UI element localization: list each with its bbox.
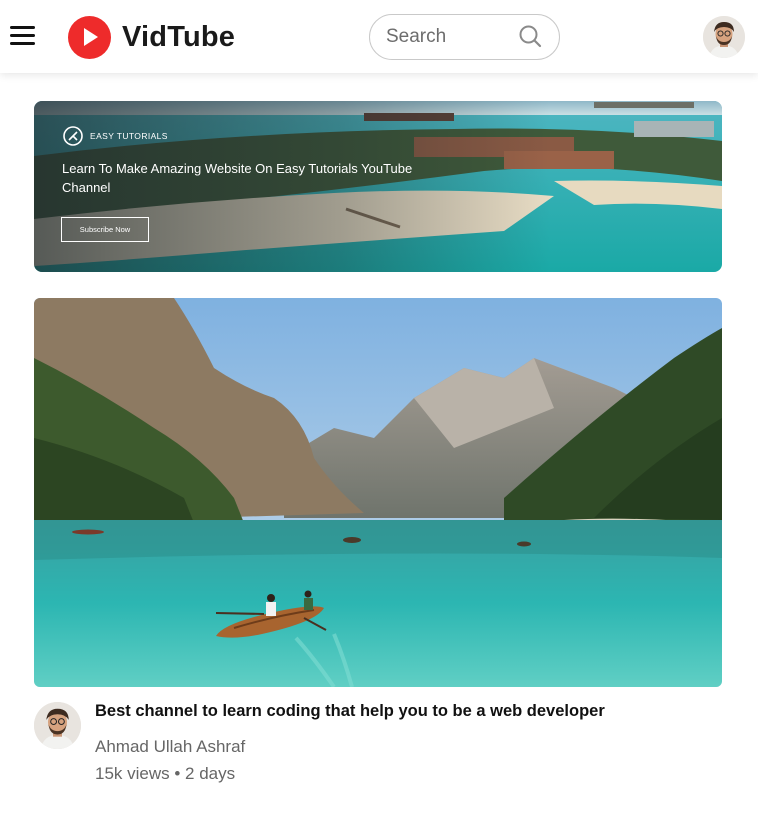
- video-title[interactable]: Best channel to learn coding that help y…: [95, 702, 715, 721]
- play-logo-icon: [68, 15, 111, 59]
- logo-text: VidTube: [122, 20, 236, 53]
- video-thumbnail[interactable]: [34, 298, 722, 687]
- easy-tutorials-logo-icon: [63, 126, 83, 146]
- brand-name: EASY TUTORIALS: [90, 131, 168, 141]
- logo[interactable]: VidTube: [68, 15, 235, 59]
- channel-avatar[interactable]: [34, 702, 81, 749]
- user-avatar-image: [703, 16, 745, 58]
- channel-name[interactable]: Ahmad Ullah Ashraf: [95, 737, 245, 757]
- banner-heading: Learn To Make Amazing Website On Easy Tu…: [62, 161, 413, 195]
- menu-icon[interactable]: [10, 24, 36, 46]
- search-icon[interactable]: [518, 24, 544, 50]
- channel-avatar-image: [34, 702, 81, 749]
- search-input[interactable]: [386, 25, 516, 49]
- user-avatar[interactable]: [703, 16, 745, 58]
- video-meta: 15k views • 2 days: [95, 764, 236, 783]
- subscribe-now-button[interactable]: Subscribe Now: [61, 217, 149, 242]
- mountain-lake-image: [34, 298, 722, 687]
- top-navbar: VidTube: [0, 0, 758, 73]
- easy-tutorials-brand: EASY TUTORIALS: [62, 125, 168, 147]
- channel-banner[interactable]: EASY TUTORIALS Learn To Make Amazing Web…: [34, 101, 722, 272]
